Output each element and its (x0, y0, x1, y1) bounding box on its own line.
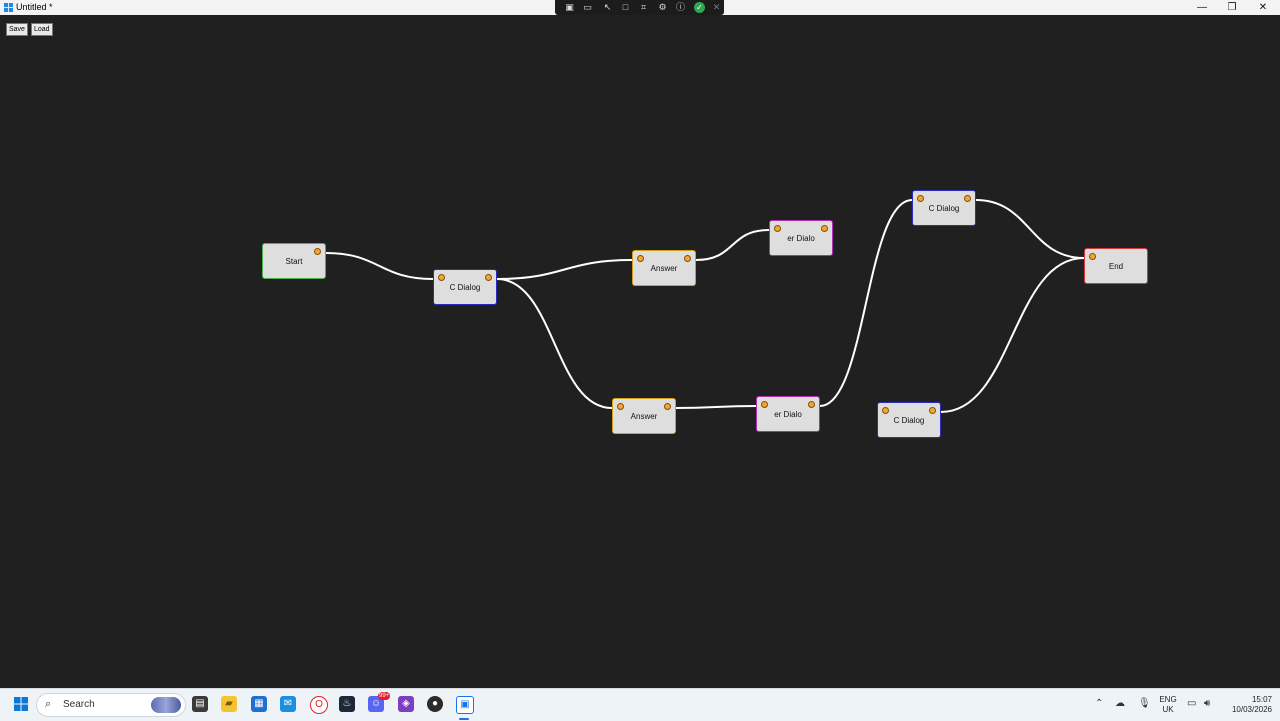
input-port[interactable] (438, 274, 445, 281)
region-icon[interactable]: □ (620, 2, 631, 13)
player-node[interactable]: er Dialo (756, 396, 820, 432)
search-input[interactable]: ⌕ Search (36, 693, 186, 717)
language-label: ENG (1159, 695, 1177, 704)
connection-edge[interactable] (325, 252, 434, 280)
output-port[interactable] (821, 225, 828, 232)
output-port[interactable] (684, 255, 691, 262)
notification-badge: 99+ (378, 692, 391, 700)
cloud-icon[interactable]: ☁ (1115, 698, 1125, 709)
connection-edge[interactable] (940, 257, 1085, 413)
visual-studio-icon[interactable]: ◈ (398, 696, 414, 712)
input-port[interactable] (637, 255, 644, 262)
node-label: er Dialo (787, 233, 815, 243)
output-port[interactable] (964, 195, 971, 202)
connection-edge[interactable] (496, 278, 613, 409)
close-icon[interactable]: ✕ (711, 2, 722, 13)
steam-icon[interactable]: ♨ (339, 696, 355, 712)
crop-icon[interactable]: ⌗ (638, 2, 649, 13)
npc-node[interactable]: C Dialog (433, 269, 497, 305)
window-title: Untitled * (16, 2, 53, 12)
input-port[interactable] (774, 225, 781, 232)
recorder-toolbar: ▣ ▭ ↖ □ ⌗ ⚙ ⓘ ✓ ✕ (555, 0, 724, 15)
node-label: C Dialog (449, 282, 481, 292)
node-label: er Dialo (774, 409, 802, 419)
minimize-button[interactable]: — (1187, 0, 1217, 15)
file-explorer-icon[interactable]: ▰ (221, 696, 237, 712)
search-label: Search (63, 699, 95, 710)
output-port[interactable] (808, 401, 815, 408)
app-icon (4, 3, 13, 12)
connection-edge[interactable] (975, 199, 1085, 259)
node-label: C Dialog (893, 415, 925, 425)
store-icon[interactable]: ▦ (251, 696, 267, 712)
answer-node[interactable]: Answer (632, 250, 696, 286)
show-hidden-icons-icon[interactable]: ⌃ (1095, 698, 1103, 709)
davinci-icon[interactable]: ● (427, 696, 443, 712)
input-port[interactable] (882, 407, 889, 414)
connection-edge[interactable] (496, 259, 633, 280)
region-label: UK (1162, 705, 1174, 714)
language-indicator[interactable]: ENG UK (1156, 695, 1180, 715)
output-port[interactable] (664, 403, 671, 410)
input-port[interactable] (917, 195, 924, 202)
answer-node[interactable]: Answer (612, 398, 676, 434)
edge-layer (325, 199, 1085, 413)
output-port[interactable] (314, 248, 321, 255)
video-icon[interactable]: ▭ (582, 2, 593, 13)
microphone-icon[interactable]: 🎙︎ (1138, 698, 1151, 709)
clock-date: 10/03/2026 (1231, 705, 1272, 714)
node-label: Answer (630, 411, 658, 421)
output-port[interactable] (485, 274, 492, 281)
graph-canvas[interactable]: Save Load Start C Dialog Answer er Dialo Ans… (0, 15, 1280, 688)
npc-node[interactable]: C Dialog (877, 402, 941, 438)
end-node[interactable]: End (1084, 248, 1148, 284)
windows-start-icon[interactable] (13, 696, 29, 712)
connection-edge[interactable] (819, 199, 913, 407)
taskbar: ⌕ Search ▤ ▰ ▦ ✉ O ♨ ☺ 99+ ◈ ● ▣ ⌃ ☁ 🎙︎ … (0, 688, 1280, 721)
check-icon[interactable]: ✓ (694, 2, 705, 13)
close-button[interactable]: ✕ (1248, 0, 1278, 15)
input-port[interactable] (617, 403, 624, 410)
node-label: End (1108, 261, 1124, 271)
input-port[interactable] (1089, 253, 1096, 260)
opera-icon[interactable]: O (310, 696, 328, 714)
clock-time: 15:07 (1251, 695, 1272, 704)
title-bar: Untitled * ▣ ▭ ↖ □ ⌗ ⚙ ⓘ ✓ ✕ — ❐ ✕ (0, 0, 1280, 15)
connection-edge[interactable] (675, 405, 757, 409)
node-label: Start (285, 256, 303, 266)
active-app-icon[interactable]: ▣ (456, 696, 474, 714)
node-label: C Dialog (928, 203, 960, 213)
npc-node[interactable]: C Dialog (912, 190, 976, 226)
search-highlight-icon (151, 697, 181, 713)
task-view-icon[interactable]: ▤ (192, 696, 208, 712)
connection-edge[interactable] (695, 229, 770, 261)
input-port[interactable] (761, 401, 768, 408)
volume-icon[interactable]: 🔊︎ (1204, 698, 1210, 709)
start-node[interactable]: Start (262, 243, 326, 279)
output-port[interactable] (929, 407, 936, 414)
restore-button[interactable]: ❐ (1217, 0, 1247, 15)
accessibility-icon[interactable]: ⓘ (675, 2, 686, 13)
player-node[interactable]: er Dialo (769, 220, 833, 256)
network-icon[interactable]: ▭ (1187, 698, 1196, 709)
clock[interactable]: 15:07 10/03/2026 (1222, 695, 1272, 715)
node-label: Answer (650, 263, 678, 273)
settings-icon[interactable]: ⚙ (657, 2, 668, 13)
outlook-icon[interactable]: ✉ (280, 696, 296, 712)
pointer-icon[interactable]: ↖ (602, 2, 613, 13)
search-icon: ⌕ (45, 698, 52, 710)
screenshot-icon[interactable]: ▣ (564, 2, 575, 13)
